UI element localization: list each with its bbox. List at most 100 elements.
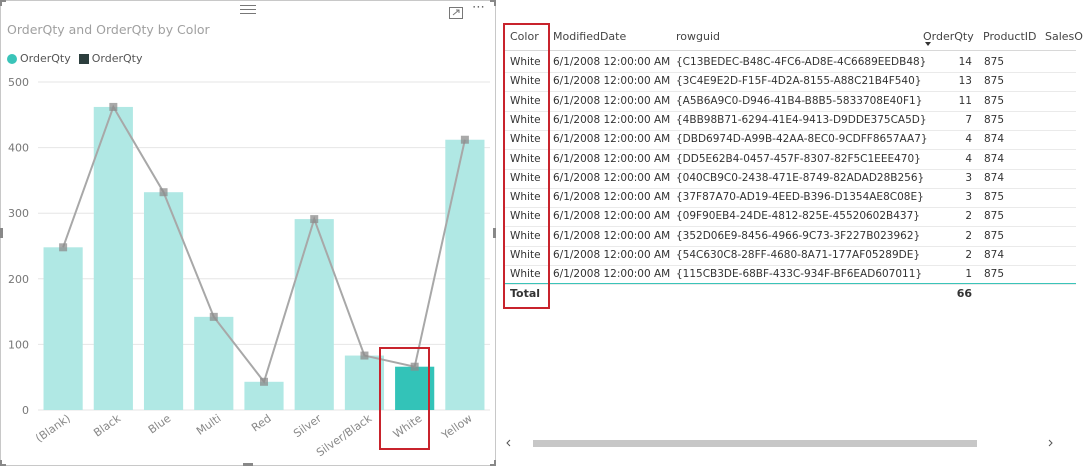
cell-orderqty: 4 xyxy=(965,133,972,145)
cell-productid: 874 xyxy=(984,172,1005,184)
cell-modifieddate: 6/1/2008 12:00:00 AM xyxy=(553,249,671,261)
header-divider xyxy=(504,50,1076,51)
line-point[interactable] xyxy=(360,351,369,360)
row-separator xyxy=(504,246,1076,247)
column-header-modifieddate[interactable]: ModifiedDate xyxy=(553,30,626,43)
cell-orderqty: 14 xyxy=(958,56,972,68)
row-separator xyxy=(504,207,1076,208)
scroll-left-icon[interactable] xyxy=(506,439,511,447)
y-tick-label: 100 xyxy=(8,338,29,351)
cell-productid: 875 xyxy=(984,191,1005,203)
row-separator xyxy=(504,188,1076,189)
cell-modifieddate: 6/1/2008 12:00:00 AM xyxy=(553,75,671,87)
cell-modifieddate: 6/1/2008 12:00:00 AM xyxy=(553,172,671,184)
cell-orderqty: 1 xyxy=(965,268,972,280)
cell-rowguid: {C13BEDEC-B48C-4FC6-AD8E-4C6689EEDB48} xyxy=(676,56,927,68)
row-separator xyxy=(504,226,1076,227)
row-separator xyxy=(504,130,1076,131)
sort-descending-icon[interactable] xyxy=(925,42,931,46)
row-separator xyxy=(504,265,1076,266)
line-point[interactable] xyxy=(460,135,469,144)
cell-rowguid: {DBD6974D-A99B-42AA-8EC0-9CDFF8657AA7} xyxy=(676,133,928,145)
line-point[interactable] xyxy=(260,377,268,386)
row-separator xyxy=(504,284,1076,285)
cell-rowguid: {3C4E9E2D-F15F-4D2A-8155-A88C21B4F540} xyxy=(676,75,922,87)
row-separator xyxy=(504,169,1076,170)
cell-productid: 875 xyxy=(984,114,1005,126)
cell-modifieddate: 6/1/2008 12:00:00 AM xyxy=(553,114,671,126)
cell-productid: 875 xyxy=(984,95,1005,107)
cell-rowguid: {040CB9C0-2438-471E-8749-82ADAD28B256} xyxy=(676,172,925,184)
cell-productid: 874 xyxy=(984,249,1005,261)
line-point[interactable] xyxy=(59,243,68,252)
cell-productid: 875 xyxy=(984,230,1005,242)
cell-productid: 875 xyxy=(984,268,1005,280)
x-tick-label: Red xyxy=(249,412,274,435)
row-separator xyxy=(504,111,1076,112)
bar[interactable] xyxy=(445,139,485,410)
cell-rowguid: {DD5E62B4-0457-457F-8307-82F5C1EEE470} xyxy=(676,153,921,165)
cell-rowguid: {54C630C8-28FF-4680-8A71-177AF05289DE} xyxy=(676,249,921,261)
cell-modifieddate: 6/1/2008 12:00:00 AM xyxy=(553,210,671,222)
line-point[interactable] xyxy=(159,188,168,197)
bar[interactable] xyxy=(244,381,284,410)
cell-modifieddate: 6/1/2008 12:00:00 AM xyxy=(553,153,671,165)
cell-rowguid: {352D06E9-8456-4966-9C73-3F227B023962} xyxy=(676,230,921,242)
highlight-box-white-bar xyxy=(379,347,430,450)
cell-orderqty: 2 xyxy=(965,249,972,261)
x-tick-label: (Blank) xyxy=(33,412,73,445)
x-tick-label: Yellow xyxy=(439,412,475,443)
cell-orderqty: 3 xyxy=(965,172,972,184)
line-point[interactable] xyxy=(310,215,319,224)
cell-modifieddate: 6/1/2008 12:00:00 AM xyxy=(553,133,671,145)
cell-orderqty: 11 xyxy=(958,95,972,107)
bar[interactable] xyxy=(194,316,234,410)
cell-productid: 875 xyxy=(984,56,1005,68)
cell-rowguid: {4BB98B71-6294-41E4-9413-D9DDE375CA5D} xyxy=(676,114,927,126)
line-point[interactable] xyxy=(109,102,118,111)
cell-productid: 874 xyxy=(984,153,1005,165)
cell-productid: 875 xyxy=(984,210,1005,222)
row-separator xyxy=(504,149,1076,150)
cell-rowguid: {115CB3DE-68BF-433C-934F-BF6EAD607011} xyxy=(676,268,923,280)
column-header-productid[interactable]: ProductID xyxy=(983,30,1036,43)
cell-productid: 874 xyxy=(984,133,1005,145)
x-tick-label: Multi xyxy=(194,412,223,438)
cell-productid: 875 xyxy=(984,75,1005,87)
highlight-box-color-column xyxy=(503,23,550,309)
total-orderqty: 66 xyxy=(956,287,972,300)
y-tick-label: 0 xyxy=(22,404,29,417)
x-tick-label: Silver/Black xyxy=(314,411,375,459)
y-tick-label: 500 xyxy=(8,76,29,89)
column-header-salesorder[interactable]: SalesO xyxy=(1045,30,1083,43)
cell-rowguid: {37F87A70-AD19-4EED-B396-D1354AE8C08E} xyxy=(676,191,924,203)
horizontal-scrollbar[interactable] xyxy=(504,436,1058,450)
scroll-right-icon[interactable] xyxy=(1048,439,1053,447)
cell-modifieddate: 6/1/2008 12:00:00 AM xyxy=(553,191,671,203)
cell-modifieddate: 6/1/2008 12:00:00 AM xyxy=(553,95,671,107)
cell-orderqty: 4 xyxy=(965,153,972,165)
scrollbar-thumb[interactable] xyxy=(533,440,977,447)
x-tick-label: Blue xyxy=(146,412,174,437)
x-tick-label: Black xyxy=(91,411,123,439)
bar[interactable] xyxy=(294,219,334,410)
cell-modifieddate: 6/1/2008 12:00:00 AM xyxy=(553,268,671,280)
cell-modifieddate: 6/1/2008 12:00:00 AM xyxy=(553,56,671,68)
row-separator xyxy=(504,91,1076,92)
cell-orderqty: 7 xyxy=(965,114,972,126)
column-header-rowguid[interactable]: rowguid xyxy=(676,30,720,43)
cell-orderqty: 13 xyxy=(958,75,972,87)
cell-orderqty: 3 xyxy=(965,191,972,203)
y-tick-label: 300 xyxy=(8,207,29,220)
chart-visual[interactable]: ⋯ OrderQty and OrderQty by Color OrderQt… xyxy=(0,0,496,466)
bar[interactable] xyxy=(93,106,133,410)
y-axis-ticks: 0 100 200 300 400 500 xyxy=(8,76,29,417)
row-separator xyxy=(504,72,1076,73)
x-tick-label: Silver xyxy=(291,412,324,441)
cell-orderqty: 2 xyxy=(965,210,972,222)
cell-rowguid: {A5B6A9C0-D946-41B4-B8B5-5833708E40F1} xyxy=(676,95,923,107)
cell-rowguid: {09F90EB4-24DE-4812-825E-45520602B437} xyxy=(676,210,920,222)
bar[interactable] xyxy=(43,247,83,410)
cell-orderqty: 2 xyxy=(965,230,972,242)
line-point[interactable] xyxy=(209,312,218,321)
